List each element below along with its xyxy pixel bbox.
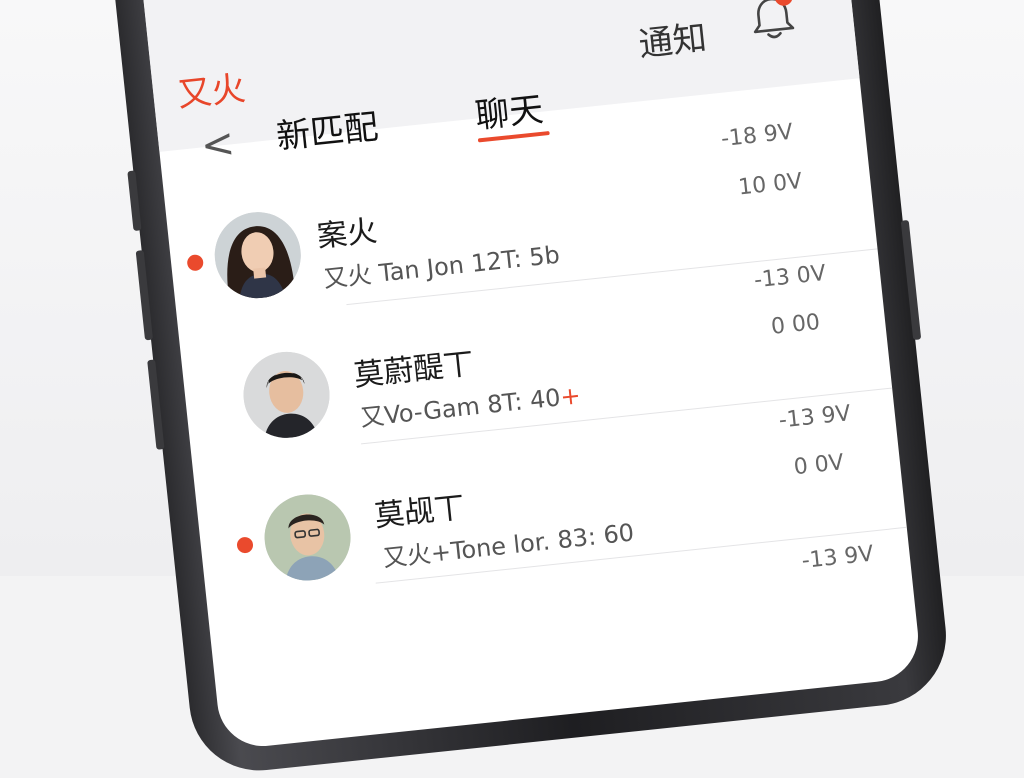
avatar: [260, 490, 355, 585]
tab-chat[interactable]: 聊天: [473, 82, 546, 138]
contact-name: 莫蔚醍丅: [352, 346, 476, 394]
phone-device: 又火 通知 < 新匹配 聊天 -18 9V 案火 又火 Tan Jon 12T:…: [107, 0, 953, 778]
chat-meta-bottom: 10 0V: [737, 168, 804, 201]
app-screen: 又火 通知 < 新匹配 聊天 -18 9V 案火 又火 Tan Jon 12T:…: [137, 0, 923, 751]
chat-meta-bottom: 0 0V: [792, 450, 846, 481]
app-logo: 又火: [175, 68, 248, 116]
chat-meta-top: -13 0V: [752, 260, 828, 294]
unread-dot: [236, 536, 254, 554]
avatar: [239, 347, 334, 443]
unread-dot: [186, 253, 205, 272]
contact-name: 莫觇丅: [372, 490, 467, 535]
message-preview-accent: +: [558, 381, 582, 412]
notifications-label[interactable]: 通知: [636, 10, 709, 66]
tab-new-matches[interactable]: 新匹配: [274, 99, 381, 158]
chat-meta-top: -13 9V: [800, 541, 875, 574]
chat-meta-bottom: 0 00: [769, 309, 822, 340]
avatar: [210, 207, 306, 303]
chevron-left-icon[interactable]: <: [199, 120, 237, 169]
contact-name: 案火: [315, 213, 379, 255]
chat-meta-top: -18 9V: [719, 119, 795, 153]
chat-meta-top: -13 9V: [777, 401, 852, 434]
bell-icon[interactable]: [748, 0, 797, 43]
